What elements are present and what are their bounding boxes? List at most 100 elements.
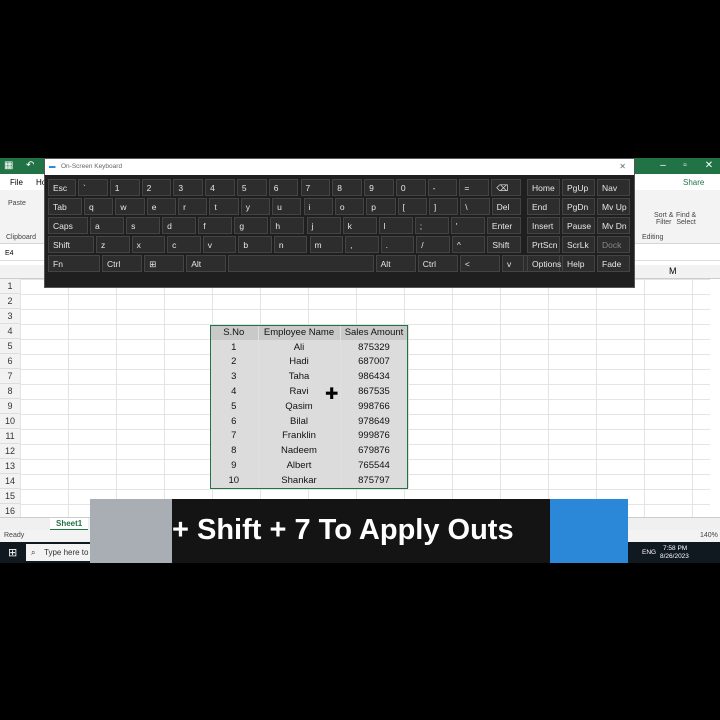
osk-key[interactable]: t	[209, 198, 239, 215]
row-header[interactable]: 2	[0, 294, 20, 309]
clock-time[interactable]: 7:58 PM	[663, 545, 687, 552]
row-header[interactable]: 4	[0, 324, 20, 339]
table-cell[interactable]: 10	[210, 472, 259, 488]
header-sno[interactable]: S.No	[210, 325, 259, 340]
osk-key[interactable]: f	[198, 217, 233, 234]
osk-key[interactable]: \	[460, 198, 490, 215]
osk-key[interactable]: 2	[141, 179, 172, 196]
osk-side-key[interactable]: Help	[562, 255, 595, 272]
windows-start-icon[interactable]: ⊞	[8, 546, 17, 559]
row-header[interactable]: 12	[0, 444, 20, 459]
table-cell[interactable]: 867535	[340, 384, 409, 399]
table-cell[interactable]: 998766	[340, 398, 409, 414]
osk-key[interactable]: /	[416, 236, 450, 253]
osk-key[interactable]: y	[240, 198, 271, 215]
row-header[interactable]: 5	[0, 339, 20, 354]
osk-key[interactable]: c	[167, 236, 201, 253]
osk-key[interactable]: 9	[364, 179, 394, 196]
osk-key[interactable]: o	[334, 198, 365, 215]
osk-key[interactable]: x	[131, 236, 166, 253]
osk-key[interactable]: ⊞	[144, 255, 185, 272]
osk-key[interactable]: l	[378, 217, 413, 234]
osk-side-key[interactable]: Mv Up	[597, 198, 630, 215]
osk-side-key[interactable]: PrtScn	[527, 236, 560, 253]
osk-key[interactable]: 3	[173, 179, 204, 196]
osk-key[interactable]: Tab	[48, 198, 82, 215]
osk-key[interactable]: w	[115, 198, 145, 215]
osk-key[interactable]: j	[306, 217, 341, 234]
osk-key[interactable]: <	[459, 255, 500, 272]
row-header[interactable]: 8	[0, 384, 20, 399]
osk-side-key[interactable]: ScrLk	[562, 236, 595, 253]
table-cell[interactable]: 2	[210, 354, 259, 370]
row-header[interactable]: 15	[0, 489, 20, 504]
osk-key[interactable]: Alt	[375, 255, 416, 272]
row-header[interactable]: 1	[0, 279, 20, 294]
osk-key[interactable]: b	[238, 236, 272, 253]
osk-key[interactable]: .	[380, 236, 415, 253]
header-employee-name[interactable]: Employee Name	[258, 325, 341, 340]
osk-side-key[interactable]: PgDn	[562, 198, 595, 215]
osk-key[interactable]: Shift	[48, 236, 94, 253]
osk-key[interactable]: [	[397, 198, 427, 215]
table-cell[interactable]: 765544	[340, 458, 409, 473]
osk-key[interactable]: a	[90, 217, 125, 234]
osk-side-key[interactable]: Fade	[597, 255, 630, 272]
osk-key[interactable]: z	[96, 236, 130, 253]
table-cell[interactable]: Taha	[258, 369, 341, 385]
osk-side-key[interactable]: Home	[527, 179, 560, 196]
table-cell[interactable]: Ali	[258, 339, 341, 355]
table-cell[interactable]: 9	[210, 458, 259, 473]
find-select-button[interactable]: Find & Select	[676, 212, 696, 226]
osk-key[interactable]: g	[234, 217, 269, 234]
osk-key[interactable]: 8	[332, 179, 363, 196]
row-header[interactable]: 10	[0, 414, 20, 429]
paste-button[interactable]: Paste	[8, 200, 26, 207]
osk-key[interactable]: s	[126, 217, 161, 234]
row-header[interactable]: 3	[0, 309, 20, 324]
osk-key[interactable]: Enter	[486, 217, 521, 234]
table-cell[interactable]: 3	[210, 369, 259, 385]
sort-filter-button[interactable]: Sort & Filter	[654, 212, 673, 226]
osk-side-key[interactable]: Mv Dn	[597, 217, 630, 234]
osk-key[interactable]: Shift	[487, 236, 521, 253]
table-cell[interactable]: 6	[210, 413, 259, 429]
osk-key[interactable]: =	[459, 179, 490, 196]
table-cell[interactable]: 875797	[340, 472, 409, 488]
table-cell[interactable]: 875329	[340, 339, 409, 355]
osk-key[interactable]: p	[366, 198, 396, 215]
table-cell[interactable]: 986434	[340, 369, 409, 385]
table-cell[interactable]: 1	[210, 339, 259, 355]
osk-key[interactable]: Esc	[48, 179, 76, 196]
column-header-m[interactable]: M	[669, 266, 677, 276]
osk-key[interactable]: Ctrl	[417, 255, 458, 272]
osk-key[interactable]: Fn	[48, 255, 100, 272]
osk-close-icon[interactable]: ✕	[619, 159, 626, 175]
osk-side-key[interactable]: PgUp	[562, 179, 595, 196]
table-cell[interactable]: Bilal	[258, 413, 341, 429]
osk-side-key[interactable]: End	[527, 198, 560, 215]
osk-key[interactable]: Ctrl	[102, 255, 143, 272]
close-button[interactable]: ✕	[698, 159, 720, 173]
osk-key[interactable]: ;	[414, 217, 449, 234]
table-cell[interactable]: 8	[210, 443, 259, 459]
table-cell[interactable]: 679876	[340, 443, 409, 459]
table-cell[interactable]: 4	[210, 384, 259, 399]
osk-key[interactable]: ]	[428, 198, 459, 215]
table-cell[interactable]: Shankar	[258, 472, 341, 488]
osk-key[interactable]: ,	[345, 236, 379, 253]
header-sales-amount[interactable]: Sales Amount	[340, 325, 409, 340]
osk-key[interactable]: k	[342, 217, 377, 234]
osk-key[interactable]: e	[146, 198, 177, 215]
row-header[interactable]: 13	[0, 459, 20, 474]
osk-key[interactable]: Alt	[186, 255, 227, 272]
table-cell[interactable]: 5	[210, 398, 259, 414]
osk-key[interactable]: i	[303, 198, 333, 215]
osk-key[interactable]: '	[450, 217, 485, 234]
osk-key[interactable]: 0	[395, 179, 426, 196]
osk-key[interactable]: d	[162, 217, 197, 234]
share-button[interactable]: Share	[683, 178, 704, 187]
minimize-button[interactable]: –	[652, 159, 674, 173]
row-header[interactable]: 14	[0, 474, 20, 489]
table-cell[interactable]: 687007	[340, 354, 409, 370]
